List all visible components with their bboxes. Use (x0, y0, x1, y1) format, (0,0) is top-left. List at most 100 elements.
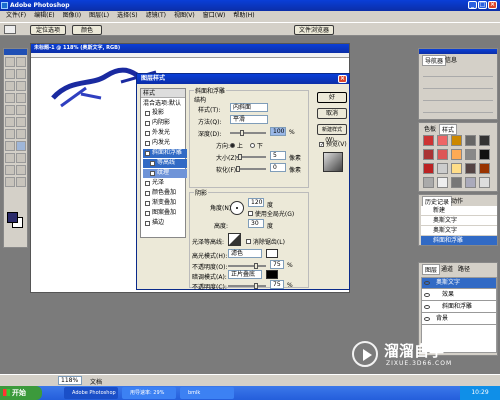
paths-tab[interactable]: 路径 (456, 264, 472, 273)
history-item[interactable]: 新建 (421, 206, 497, 215)
shadow-color-swatch[interactable] (266, 270, 278, 279)
stamp-tool-icon[interactable] (5, 105, 15, 115)
style-swatch[interactable] (451, 149, 462, 160)
close-button[interactable]: × (488, 1, 497, 9)
layer-row[interactable]: 奥斯文字 (422, 278, 496, 289)
brush-tool-icon[interactable] (16, 93, 26, 103)
style-swatch[interactable] (479, 177, 490, 188)
style-item-checkbox[interactable] (145, 181, 150, 186)
taskbar-item-photoshop[interactable]: Adobe Photoshop (64, 387, 118, 399)
ok-button[interactable]: 好 (317, 92, 347, 103)
menu-edit[interactable]: 编辑(E) (30, 11, 58, 21)
depth-input[interactable]: 100 (270, 127, 286, 136)
style-item[interactable]: 描边 (143, 219, 187, 228)
swatches-tab[interactable]: 色板 (422, 124, 438, 133)
lasso-tool-icon[interactable] (5, 69, 15, 79)
style-swatch[interactable] (451, 135, 462, 146)
style-item-checkbox[interactable] (145, 121, 150, 126)
info-tab[interactable]: 信息 (443, 55, 459, 64)
history-item[interactable]: 奥斯文字 (421, 226, 497, 235)
menu-file[interactable]: 文件(F) (2, 11, 30, 21)
angle-input[interactable]: 120 (248, 198, 264, 207)
menu-window[interactable]: 窗口(W) (199, 11, 230, 21)
shadow-opacity-input[interactable]: 75 (270, 280, 284, 289)
style-swatch[interactable] (423, 163, 434, 174)
notes-tool-icon[interactable] (5, 165, 15, 175)
pen-tool-icon[interactable] (5, 153, 15, 163)
global-light-checkbox[interactable]: 使用全局光(G) (248, 209, 294, 218)
visibility-eye-icon[interactable] (424, 317, 430, 321)
start-button[interactable]: 开始 (0, 386, 42, 400)
layers-tab[interactable]: 图层 (422, 264, 441, 275)
style-swatch[interactable] (465, 163, 476, 174)
menu-filter[interactable]: 滤镜(T) (142, 11, 170, 21)
taskbar-item-bmlk[interactable]: bmlk (180, 387, 234, 399)
history-item[interactable]: 奥斯文字 (421, 216, 497, 225)
direction-down-radio[interactable]: 下 (250, 141, 263, 150)
soften-slider[interactable] (236, 166, 266, 172)
menu-view[interactable]: 视图(V) (170, 11, 199, 21)
style-item[interactable]: 投影 (143, 109, 187, 118)
style-swatch[interactable] (437, 163, 448, 174)
slice-tool-icon[interactable] (16, 81, 26, 91)
gradient-tool-icon[interactable] (16, 117, 26, 127)
history-brush-tool-icon[interactable] (16, 105, 26, 115)
highlight-color-swatch[interactable] (266, 249, 278, 258)
style-item-checkbox[interactable] (145, 191, 150, 196)
visibility-eye-icon[interactable] (424, 281, 430, 285)
style-item-checkbox[interactable] (145, 151, 150, 156)
blend-options-item[interactable]: 混合选项:默认 (141, 99, 185, 108)
size-input[interactable]: 5 (270, 151, 286, 160)
channels-tab[interactable]: 通道 (439, 264, 455, 273)
style-swatch[interactable] (437, 177, 448, 188)
type-tool-icon[interactable] (16, 141, 26, 151)
cancel-button[interactable]: 取消 (317, 108, 347, 119)
style-swatch[interactable] (451, 177, 462, 188)
visibility-eye-icon[interactable] (424, 305, 430, 309)
move-tool-icon[interactable] (16, 57, 26, 67)
style-swatch[interactable] (465, 149, 476, 160)
highlight-opacity-slider[interactable] (228, 263, 266, 269)
style-item[interactable]: 纹理 (143, 169, 187, 178)
style-item-checkbox[interactable] (145, 141, 150, 146)
dodge-tool-icon[interactable] (16, 129, 26, 139)
antialias-checkbox[interactable]: 消除锯齿(L) (246, 237, 285, 246)
style-item[interactable]: 外发光 (143, 129, 187, 138)
layer-row[interactable]: 效果 (422, 290, 496, 301)
style-swatch[interactable] (451, 163, 462, 174)
style-swatch[interactable] (465, 135, 476, 146)
highlight-opacity-input[interactable]: 75 (270, 260, 284, 269)
angle-dial[interactable] (230, 201, 244, 215)
style-item[interactable]: 颜色叠加 (143, 189, 187, 198)
technique-select[interactable]: 平滑 (230, 115, 268, 124)
direction-up-radio[interactable]: 上 (230, 141, 243, 150)
minimize-button[interactable]: _ (468, 1, 477, 9)
altitude-input[interactable]: 30 (248, 219, 264, 228)
shadow-mode-select[interactable]: 正片叠底 (228, 270, 262, 279)
menu-layer[interactable]: 图层(L) (85, 11, 113, 21)
style-item-checkbox[interactable] (145, 131, 150, 136)
depth-slider[interactable] (230, 130, 266, 136)
healing-tool-icon[interactable] (5, 93, 15, 103)
gloss-contour-picker[interactable] (228, 233, 241, 246)
menu-image[interactable]: 图像(I) (59, 11, 85, 21)
highlight-mode-select[interactable]: 滤色 (228, 249, 262, 258)
zoom-tool-icon[interactable] (16, 177, 26, 187)
style-swatch[interactable] (437, 135, 448, 146)
style-item[interactable]: 斜面和浮雕 (143, 149, 187, 158)
style-item[interactable]: 内阴影 (143, 119, 187, 128)
style-item-checkbox[interactable] (145, 221, 150, 226)
styles-tab[interactable]: 样式 (439, 124, 458, 135)
new-style-button[interactable]: 新建样式(W)... (317, 124, 347, 143)
style-swatch[interactable] (437, 149, 448, 160)
style-item-checkbox[interactable] (145, 211, 150, 216)
history-item[interactable]: 斜面和浮雕 (421, 236, 497, 245)
preview-checkbox[interactable]: ✓ 预览(V) (319, 139, 347, 148)
style-item-checkbox[interactable] (150, 171, 155, 176)
style-item[interactable]: 光泽 (143, 179, 187, 188)
dialog-close-button[interactable]: × (338, 75, 347, 83)
style-swatch[interactable] (423, 149, 434, 160)
menu-select[interactable]: 选择(S) (113, 11, 142, 21)
style-item-checkbox[interactable] (145, 201, 150, 206)
style-item[interactable]: 等高线 (143, 159, 187, 168)
